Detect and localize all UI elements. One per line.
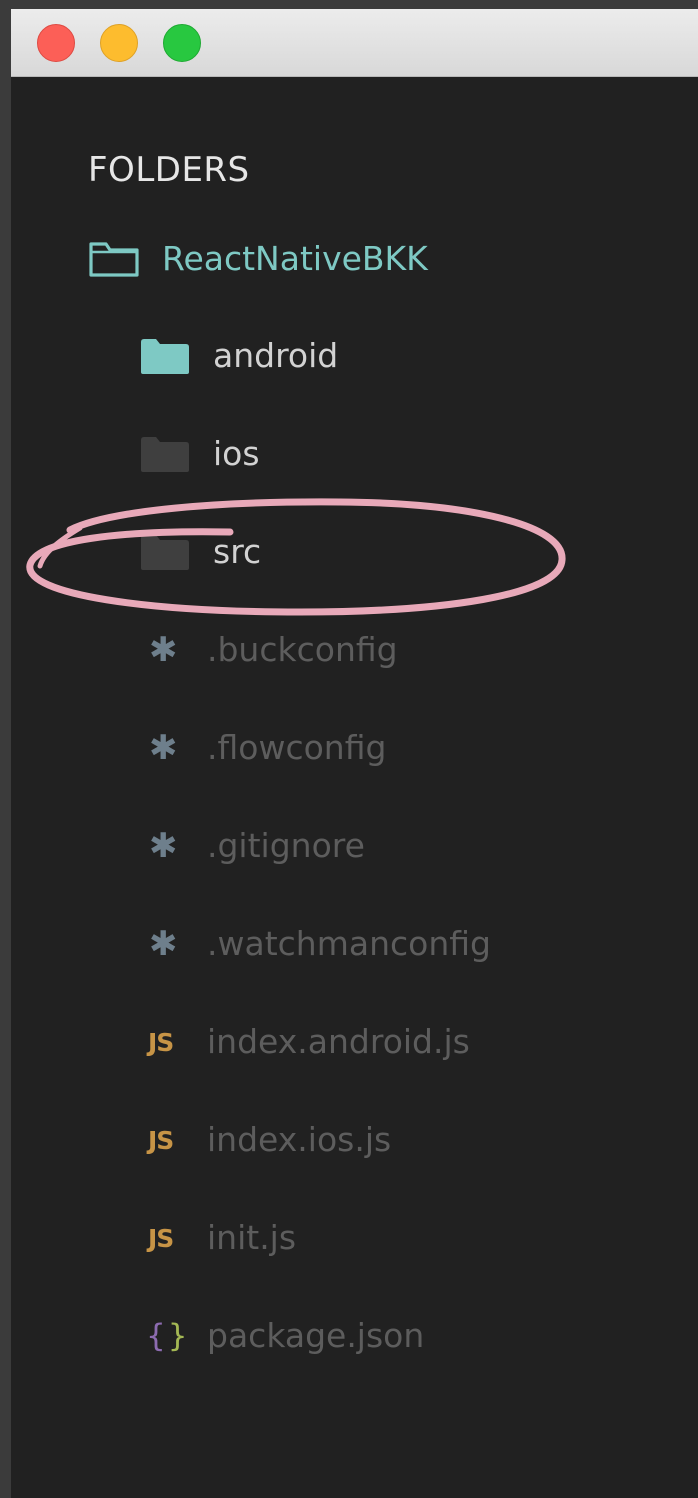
annotation-ellipse — [26, 498, 566, 616]
screen: FOLDERS ReactNativeBKK android ios src ✱… — [0, 0, 698, 1498]
